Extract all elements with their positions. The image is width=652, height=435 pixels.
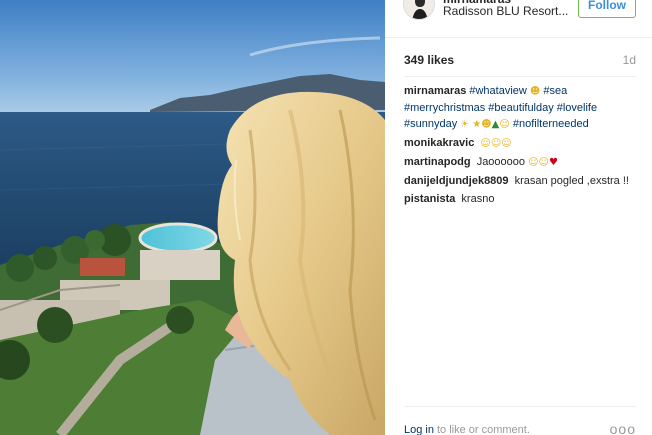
- likes-count[interactable]: 349 likes: [404, 53, 454, 67]
- comment-username[interactable]: martinapodg: [404, 156, 471, 168]
- comment-username[interactable]: danijeldjundjek8809: [404, 175, 509, 187]
- comment-username[interactable]: monikakravic: [404, 137, 474, 149]
- comment-username[interactable]: pistanista: [404, 193, 455, 205]
- sun-emoji: ☀: [460, 119, 470, 130]
- photo-image: [0, 0, 385, 435]
- star-emoji: ★: [472, 119, 482, 130]
- hashtag[interactable]: #lovelife: [557, 102, 597, 114]
- post-photo[interactable]: [0, 0, 385, 435]
- post-time[interactable]: 1d: [623, 53, 636, 67]
- comment-item: pistanista krasno: [404, 191, 636, 207]
- follow-button[interactable]: Follow: [578, 0, 636, 18]
- comment-text: krasno: [461, 193, 495, 205]
- stats-divider: [404, 76, 636, 77]
- sunglasses-face-emoji: ☻: [481, 119, 492, 130]
- login-prompt-text: to like or comment.: [436, 424, 530, 435]
- more-options-icon[interactable]: ooo: [610, 421, 636, 435]
- post-details-panel: mirnamaras Radisson BLU Resort... Follow…: [385, 0, 652, 435]
- comment-item: martinapodg Jaoooooo ☺☺♥: [404, 154, 636, 171]
- comment-text: Jaoooooo: [476, 156, 526, 168]
- comments-list: mirnamaras #whataview ☻ #sea #merrychristm…: [404, 83, 636, 209]
- hashtag[interactable]: #beautifulday: [488, 102, 553, 114]
- comment-text: krasan pogled ,exstra !!: [514, 175, 629, 187]
- smiling-face-emoji: ☺☺☺: [480, 138, 512, 149]
- hashtag[interactable]: #whataview: [469, 85, 526, 97]
- comment-item: monikakravic ☺☺☺: [404, 135, 636, 152]
- post-header: mirnamaras Radisson BLU Resort... Follow: [385, 0, 652, 38]
- login-link[interactable]: Log in: [404, 424, 434, 435]
- follow-label: Follow: [588, 0, 626, 12]
- avatar-icon: [404, 0, 434, 19]
- login-prompt: Log in to like or comment.: [404, 424, 530, 435]
- heart-emoji: ♥: [548, 157, 558, 168]
- profile-avatar[interactable]: [403, 0, 435, 20]
- post-location[interactable]: Radisson BLU Resort...: [443, 4, 568, 18]
- hashtag[interactable]: #sea: [543, 85, 567, 97]
- smiling-face-emoji: ☺☺: [528, 157, 549, 168]
- post-footer: Log in to like or comment. ooo: [404, 406, 636, 435]
- hashtag[interactable]: #nofilterneeded: [513, 118, 589, 130]
- comment-item: danijeldjundjek8809 krasan pogled ,exstr…: [404, 173, 636, 189]
- smiling-heart-eyes-emoji: ☻: [529, 86, 541, 97]
- hashtag[interactable]: #merrychristmas: [404, 102, 485, 114]
- caption: mirnamaras #whataview ☻ #sea #merrychristm…: [404, 83, 636, 133]
- post-stats: 349 likes 1d: [404, 53, 636, 69]
- smiley-emoji: ☺: [499, 119, 510, 130]
- hashtag[interactable]: #sunnyday: [404, 118, 457, 130]
- caption-username[interactable]: mirnamaras: [404, 85, 466, 97]
